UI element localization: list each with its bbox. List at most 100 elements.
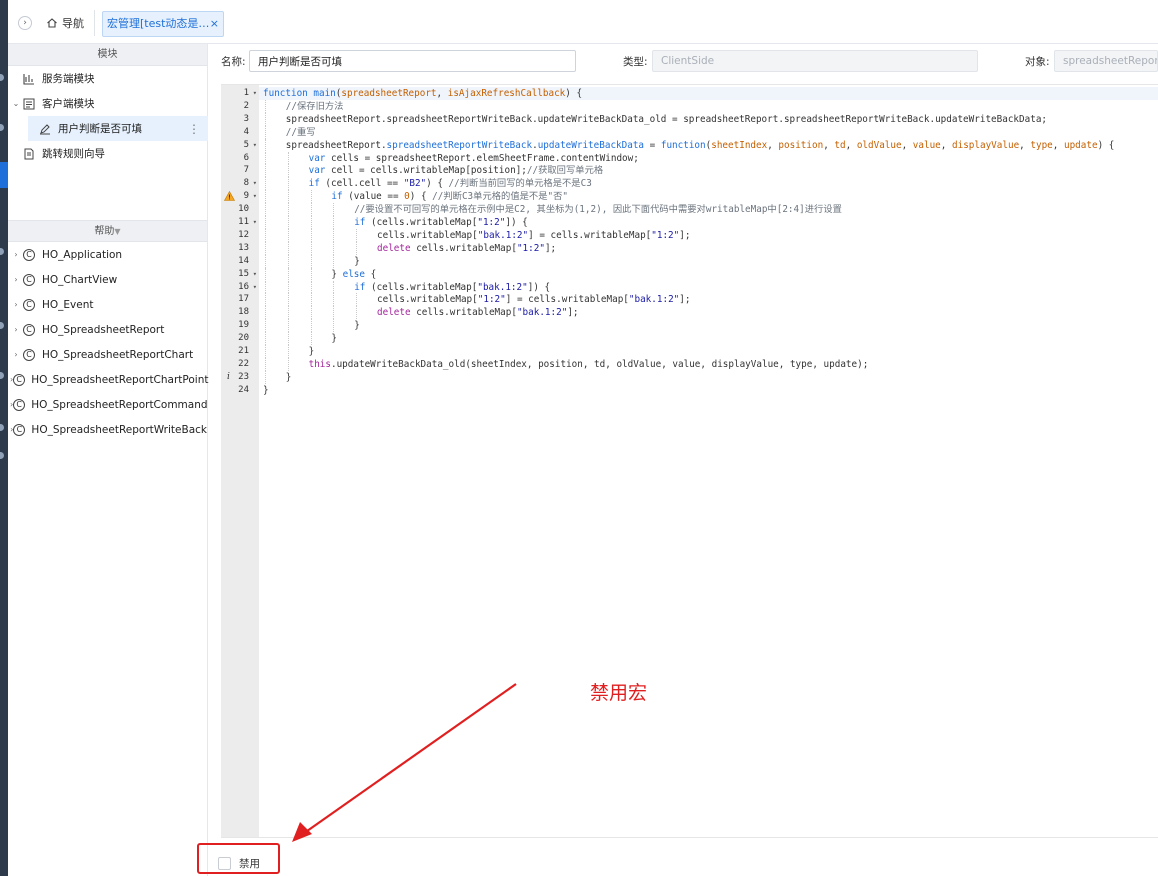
code-line[interactable]: } [259,255,1158,268]
line-number[interactable]: 11 ▾ [221,216,259,229]
rail-dot[interactable] [0,452,4,459]
fold-toggle-icon[interactable]: ▾ [253,177,257,190]
help-item[interactable]: › C HO_SpreadsheetReportChart [8,342,207,367]
rail-dot[interactable] [0,424,4,431]
line-number[interactable]: 23 i [221,371,259,384]
code-token: spreadsheetReport [341,88,437,99]
line-number[interactable]: 2 [221,100,259,113]
line-number[interactable]: 17 [221,293,259,306]
fold-toggle-icon[interactable]: ▾ [253,139,257,152]
code-line[interactable]: cells.writableMap["1:2"] = cells.writabl… [259,293,1158,306]
rail-dot[interactable] [0,74,4,81]
fold-toggle-icon[interactable]: ▾ [253,268,257,281]
more-options-icon[interactable]: ⋮ [188,122,200,136]
code-line[interactable]: } [259,345,1158,358]
line-number[interactable]: 13 [221,242,259,255]
help-item[interactable]: › C HO_SpreadsheetReportCommand [8,392,208,417]
line-number[interactable]: 20 [221,332,259,345]
help-header[interactable]: 帮助▼ [8,220,207,242]
chevron-right-icon[interactable]: › [10,300,22,309]
code-token: updateWriteBackData [537,139,645,151]
chevron-right-icon[interactable]: › [10,275,22,284]
code-editor[interactable]: 1 ▾ 2 3 4 5 ▾ 6 7 8 ▾ 9 ▾ 10 11 ▾ 12 13 14 15 ▾ 16 ▾ 17 18 19 20 21… [221,84,1158,838]
rail-active-indicator[interactable] [0,162,8,188]
code-line[interactable]: if (cells.writableMap["1:2"]) { [259,216,1158,229]
code-line[interactable]: delete cells.writableMap["bak.1:2"]; [259,306,1158,319]
help-item[interactable]: › C HO_ChartView [8,267,207,292]
sidebar-item-user-check-fillable[interactable]: 用户判断是否可填 ⋮ [28,116,208,141]
type-input[interactable] [652,50,978,72]
chevron-down-icon[interactable]: ⌄ [10,99,22,108]
code-line[interactable]: } [259,332,1158,345]
sidebar-item-redirect-rule-wizard[interactable]: 跳转规则向导 [8,141,207,166]
code-line[interactable]: delete cells.writableMap["1:2"]; [259,242,1158,255]
line-number[interactable]: 9 ▾ [221,190,259,203]
line-number[interactable]: 8 ▾ [221,177,259,190]
line-number[interactable]: 16 ▾ [221,281,259,294]
chevron-right-icon[interactable]: › [10,350,22,359]
help-list: › C HO_Application › C HO_ChartView › C HO_Event… [8,242,208,442]
fold-toggle-icon[interactable]: ▾ [253,216,257,229]
line-number[interactable]: 15 ▾ [221,268,259,281]
code-area[interactable]: function main(spreadsheetReport, isAjaxR… [259,85,1158,837]
object-input[interactable] [1054,50,1158,72]
nav-button[interactable]: 导航 [46,15,84,31]
chevron-right-icon[interactable]: › [10,250,22,259]
collapse-sidebar-button[interactable]: › [18,16,32,30]
line-number[interactable]: 5 ▾ [221,139,259,152]
line-number[interactable]: 14 [221,255,259,268]
code-line[interactable]: this.updateWriteBackData_old(sheetIndex,… [259,358,1158,371]
line-number[interactable]: 12 [221,229,259,242]
help-item[interactable]: › C HO_Application [8,242,207,267]
tab-macro-management[interactable]: 宏管理[test动态是否可填] × [102,11,224,37]
help-item[interactable]: › C HO_SpreadsheetReportChartPoint [8,367,208,392]
line-number[interactable]: 19 [221,319,259,332]
fold-toggle-icon[interactable]: ▾ [253,190,257,203]
line-number[interactable]: 21 [221,345,259,358]
fold-toggle-icon[interactable]: ▾ [253,87,257,100]
help-item[interactable]: › C HO_SpreadsheetReport [8,317,207,342]
code-line[interactable]: spreadsheetReport.spreadsheetReportWrite… [259,113,1158,126]
code-line[interactable]: //重写 [259,126,1158,139]
fold-toggle-icon[interactable]: ▾ [253,281,257,294]
rail-dot[interactable] [0,322,4,329]
help-item[interactable]: › C HO_Event [8,292,207,317]
code-line[interactable]: //要设置不可回写的单元格在示例中是C2, 其坐标为(1,2), 因此下面代码中… [259,203,1158,216]
code-line[interactable]: function main(spreadsheetReport, isAjaxR… [259,87,1158,100]
line-number[interactable]: 10 [221,203,259,216]
line-number[interactable]: 6 [221,152,259,165]
code-line[interactable]: } [259,371,1158,384]
code-line[interactable]: //保存旧方法 [259,100,1158,113]
line-number[interactable]: 7 [221,164,259,177]
code-line[interactable]: cells.writableMap["bak.1:2"] = cells.wri… [259,229,1158,242]
line-number[interactable]: 22 [221,358,259,371]
rail-dot[interactable] [0,372,4,379]
line-number[interactable]: 18 [221,306,259,319]
editor-gutter[interactable]: 1 ▾ 2 3 4 5 ▾ 6 7 8 ▾ 9 ▾ 10 11 ▾ 12 13 14 15 ▾ 16 ▾ 17 18 19 20 21… [221,85,259,837]
rail-dot[interactable] [0,248,4,255]
code-token: else [342,268,371,280]
code-line[interactable]: } [259,319,1158,332]
code-line[interactable]: if (cells.writableMap["bak.1:2"]) { [259,281,1158,294]
chevron-right-icon[interactable]: › [10,325,22,334]
rail-dot[interactable] [0,124,4,131]
sidebar-item-server-module[interactable]: 服务端模块 [8,66,207,91]
code-line[interactable]: } else { [259,268,1158,281]
code-line[interactable]: if (cell.cell == "B2") { //判断当前回写的单元格是不是… [259,177,1158,190]
indent-guide [310,319,312,333]
line-number[interactable]: 4 [221,126,259,139]
info-icon[interactable]: i [227,371,230,384]
code-line[interactable]: var cells = spreadsheetReport.elemSheetF… [259,152,1158,165]
code-line[interactable]: if (value == 0) { //判断C3单元格的值是不是"否" [259,190,1158,203]
sidebar-item-client-module[interactable]: ⌄ 客户端模块 [8,91,207,116]
code-line[interactable]: spreadsheetReport.spreadsheetReportWrite… [259,139,1158,152]
close-icon[interactable]: × [210,12,219,36]
name-input[interactable] [249,50,576,72]
code-token: spreadsheetReportWriteBack [386,139,533,151]
help-item[interactable]: › C HO_SpreadsheetReportWriteBack [8,417,207,442]
line-number[interactable]: 3 [221,113,259,126]
code-line[interactable]: } [259,384,1158,397]
code-line[interactable]: var cell = cells.writableMap[position];/… [259,164,1158,177]
line-number[interactable]: 1 ▾ [221,87,259,100]
line-number[interactable]: 24 [221,384,259,397]
